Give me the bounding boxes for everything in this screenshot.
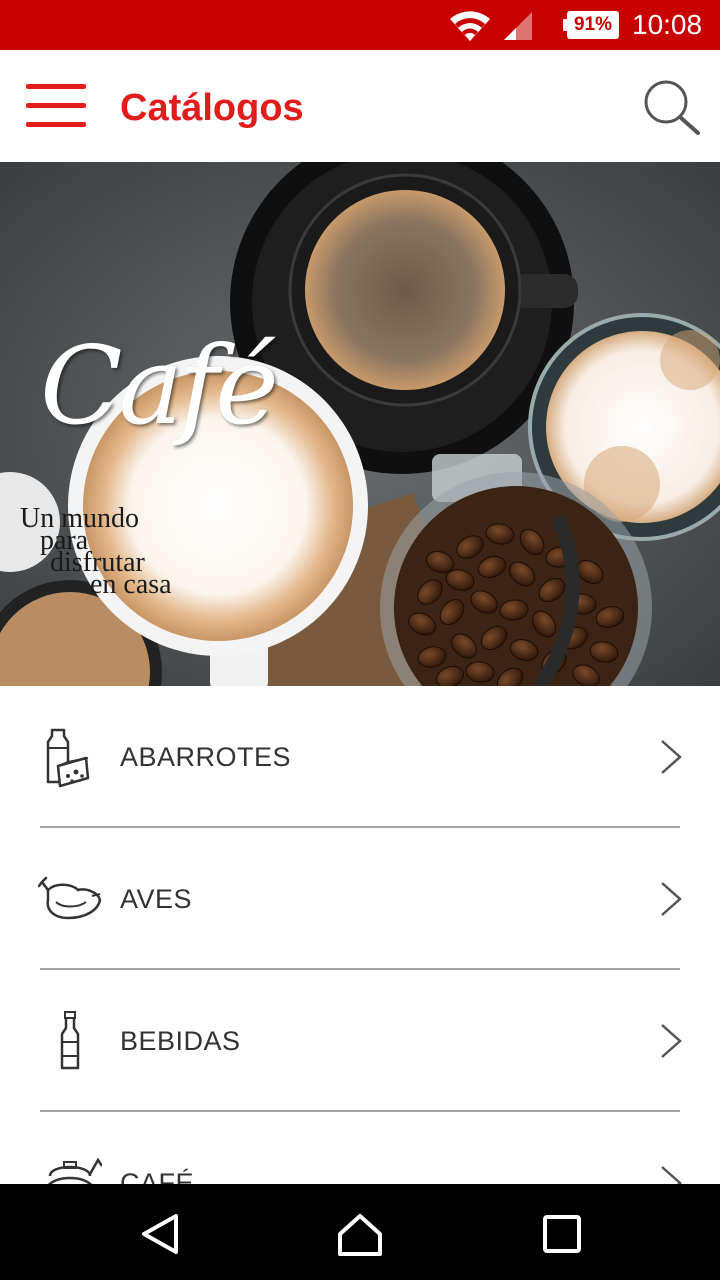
battery-percentage: 91% bbox=[573, 14, 613, 35]
poultry-icon bbox=[38, 876, 102, 920]
banner-tagline: Un mundo para disfrutar en casa bbox=[20, 503, 172, 600]
recent-apps-icon[interactable] bbox=[540, 1212, 584, 1256]
chevron-right-icon bbox=[661, 882, 682, 916]
category-label: AVES bbox=[120, 884, 193, 914]
promo-banner[interactable]: Café Un mundo para disfrutar en casa bbox=[0, 162, 720, 686]
wifi-icon bbox=[450, 11, 490, 41]
category-item-bebidas[interactable]: BEBIDAS bbox=[0, 970, 720, 1112]
hamburger-menu-icon[interactable] bbox=[26, 84, 86, 128]
status-clock: 10:08 bbox=[632, 9, 703, 40]
category-item-abarrotes[interactable]: ABARROTES bbox=[0, 686, 720, 828]
category-item-aves[interactable]: AVES bbox=[0, 828, 720, 970]
category-label: ABARROTES bbox=[120, 742, 292, 772]
category-list: ABARROTES AVES BEBIDAS CAFÉ bbox=[0, 686, 720, 1254]
category-label: BEBIDAS bbox=[120, 1026, 241, 1056]
back-icon[interactable] bbox=[138, 1212, 182, 1256]
battery-indicator: 91% bbox=[563, 11, 619, 39]
page-title: Catálogos bbox=[120, 87, 304, 129]
chevron-right-icon bbox=[661, 1024, 682, 1058]
banner-title: Café bbox=[40, 324, 279, 449]
signal-icon bbox=[504, 12, 532, 40]
home-icon[interactable] bbox=[338, 1212, 382, 1256]
bottle-icon bbox=[60, 1011, 80, 1070]
search-icon[interactable] bbox=[640, 78, 702, 136]
app-bar: Catálogos bbox=[0, 50, 720, 162]
groceries-icon bbox=[46, 728, 90, 788]
system-nav-bar bbox=[0, 1184, 720, 1280]
status-bar: 91% 10:08 bbox=[0, 0, 720, 50]
chevron-right-icon bbox=[661, 740, 682, 774]
